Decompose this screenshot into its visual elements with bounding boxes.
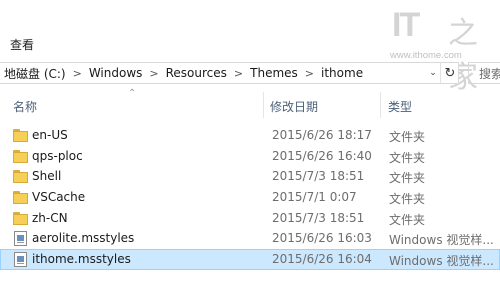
file-date: 2015/6/26 16:03: [272, 231, 372, 246]
breadcrumb-windows[interactable]: Windows: [85, 66, 147, 80]
address-bar[interactable]: 地磁盘 (C:) > Windows > Resources > Themes …: [0, 62, 459, 84]
file-type: Windows 视觉样...: [389, 233, 494, 248]
folder-icon: [13, 190, 29, 205]
msstyles-file-icon: [13, 252, 29, 268]
search-input[interactable]: 搜索: [468, 62, 500, 84]
file-name: zh-CN: [32, 210, 68, 225]
breadcrumb-ithome[interactable]: ithome: [317, 66, 367, 80]
watermark-logo: IT 之家 www.ithome.com: [390, 6, 496, 95]
column-header-type[interactable]: 类型: [388, 98, 412, 115]
file-date: 2015/7/3 18:51: [272, 169, 365, 184]
refresh-icon[interactable]: ↻: [440, 63, 458, 83]
chevron-right-icon[interactable]: >: [231, 67, 246, 80]
column-header-name[interactable]: 名称: [13, 98, 37, 115]
ribbon-tab-view[interactable]: 查看: [10, 36, 34, 53]
address-row: 地磁盘 (C:) > Windows > Resources > Themes …: [0, 62, 500, 86]
file-type: 文件夹: [389, 150, 426, 165]
column-divider[interactable]: [263, 92, 264, 118]
file-type: 文件夹: [389, 171, 426, 186]
breadcrumb-drive[interactable]: 地磁盘 (C:): [0, 65, 70, 82]
file-name: aerolite.msstyles: [32, 231, 135, 246]
file-date: 2015/6/26 16:40: [272, 148, 372, 163]
folder-icon: [13, 169, 29, 184]
file-date: 2015/7/1 0:07: [272, 190, 357, 205]
file-row[interactable]: aerolite.msstyles 2015/6/26 16:03 Window…: [0, 228, 500, 249]
sort-ascending-icon: ⌃: [128, 88, 137, 99]
file-type: 文件夹: [389, 192, 426, 207]
file-row[interactable]: VSCache 2015/7/1 0:07 文件夹: [0, 187, 500, 208]
chevron-right-icon[interactable]: >: [302, 67, 317, 80]
file-row[interactable]: qps-ploc 2015/6/26 16:40 文件夹: [0, 146, 500, 167]
file-row[interactable]: en-US 2015/6/26 18:17 文件夹: [0, 125, 500, 146]
file-name: en-US: [32, 128, 68, 142]
chevron-down-icon[interactable]: ⌄: [426, 63, 440, 83]
file-row-selected[interactable]: ithome.msstyles 2015/6/26 16:04 Windows …: [0, 249, 500, 270]
column-header-row: ⌃ 名称 修改日期 类型: [0, 88, 500, 118]
file-list: en-US 2015/6/26 18:17 文件夹 qps-ploc 2015/…: [0, 125, 500, 270]
file-name: ithome.msstyles: [32, 252, 131, 267]
folder-icon: [13, 149, 29, 164]
file-type: 文件夹: [389, 130, 426, 144]
file-name: Shell: [32, 169, 62, 184]
breadcrumb-resources[interactable]: Resources: [162, 66, 231, 80]
file-name: qps-ploc: [32, 148, 83, 163]
folder-icon: [13, 211, 29, 226]
file-date: 2015/7/3 18:51: [272, 210, 365, 225]
msstyles-file-icon: [13, 231, 29, 247]
folder-icon: [13, 128, 29, 143]
file-row[interactable]: zh-CN 2015/7/3 18:51 文件夹: [0, 208, 500, 229]
file-date: 2015/6/26 18:17: [272, 128, 372, 142]
chevron-right-icon[interactable]: >: [146, 67, 161, 80]
file-row[interactable]: Shell 2015/7/3 18:51 文件夹: [0, 166, 500, 187]
file-type: Windows 视觉样...: [389, 254, 494, 269]
file-name: VSCache: [32, 190, 86, 205]
breadcrumb-themes[interactable]: Themes: [246, 66, 302, 80]
file-type: 文件夹: [389, 212, 426, 227]
column-divider[interactable]: [380, 92, 381, 118]
watermark-url: www.ithome.com: [390, 50, 462, 61]
file-date: 2015/6/26 16:04: [272, 252, 372, 267]
column-header-date[interactable]: 修改日期: [270, 98, 318, 115]
watermark-logo-text: IT: [392, 6, 420, 44]
chevron-right-icon[interactable]: >: [70, 67, 85, 80]
